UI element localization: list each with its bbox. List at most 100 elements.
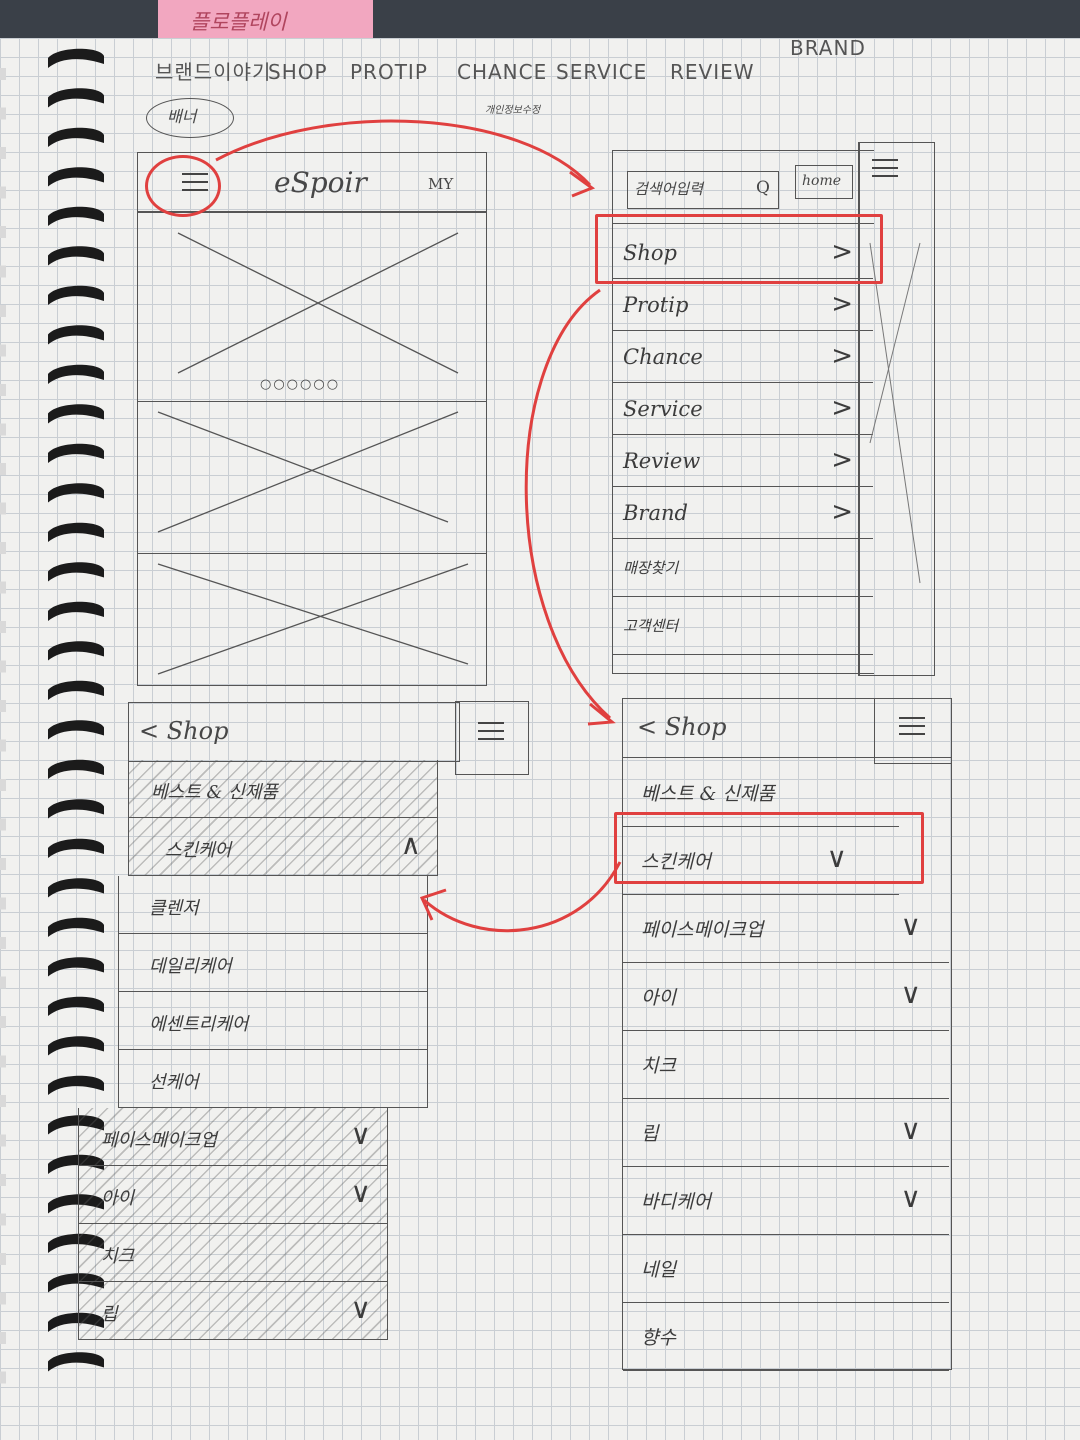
shop-category-label: 아이 bbox=[101, 1188, 135, 1209]
chevron-down-icon[interactable]: ∨ bbox=[901, 1181, 922, 1214]
side-menu-item[interactable]: Chance > bbox=[613, 331, 873, 383]
sticky-note: 플로플레이 bbox=[158, 0, 373, 42]
sticky-note-text: 플로플레이 bbox=[190, 10, 287, 34]
nav-item-review[interactable]: REVIEW bbox=[670, 62, 755, 82]
side-menu-item[interactable]: Protip > bbox=[613, 279, 873, 331]
banner-label: 배너 bbox=[167, 107, 197, 126]
search-placeholder: 검색어입력 bbox=[634, 180, 704, 198]
shop-category-label: 치크 bbox=[641, 1055, 676, 1077]
back-to-shop-title[interactable]: < Shop bbox=[139, 719, 228, 743]
shop-expanded-header: < Shop bbox=[128, 701, 529, 775]
chevron-right-icon: > bbox=[831, 497, 853, 527]
chevron-down-icon[interactable]: ∨ bbox=[351, 1118, 372, 1151]
skincare-highlight-box bbox=[614, 812, 924, 884]
shop-category-label: 베스트 & 신제품 bbox=[641, 783, 775, 805]
side-menu-item[interactable]: Service > bbox=[613, 383, 873, 435]
banner-circle: 배너 bbox=[146, 98, 234, 138]
content-image-placeholder-2 bbox=[138, 553, 486, 684]
nav-item-protip[interactable]: PROTIP bbox=[350, 62, 428, 82]
nav-item-brand[interactable]: BRAND bbox=[790, 38, 866, 58]
shop-category-label: 치크 bbox=[101, 1246, 135, 1267]
shop-category-label: 네일 bbox=[641, 1259, 676, 1281]
nav-item-shop[interactable]: SHOP bbox=[268, 62, 328, 82]
shop-category-item[interactable]: 네일 bbox=[623, 1235, 949, 1303]
chevron-right-icon: > bbox=[831, 445, 853, 475]
side-menu-item[interactable]: Brand > bbox=[613, 487, 873, 539]
chevron-down-icon[interactable]: ∨ bbox=[901, 1113, 922, 1146]
chevron-right-icon: > bbox=[831, 289, 853, 319]
shop-category-label: 바디케어 bbox=[641, 1191, 711, 1213]
shop-category-item[interactable]: 베스트 & 신제품 bbox=[128, 760, 438, 818]
skincare-subcategory-item[interactable]: 에센트리케어 bbox=[118, 992, 428, 1050]
search-input[interactable]: 검색어입력 Q bbox=[627, 171, 779, 209]
side-menu-item-label: Service bbox=[623, 397, 703, 421]
shop-category-item[interactable]: 립 ∨ bbox=[78, 1282, 388, 1340]
menu-toggle[interactable] bbox=[455, 701, 529, 775]
side-menu-item-label: Protip bbox=[623, 293, 689, 317]
chevron-down-icon[interactable]: ∨ bbox=[351, 1176, 372, 1209]
shop-category-label: 선케어 bbox=[149, 1072, 199, 1093]
shop-category-item[interactable]: 향수 bbox=[623, 1303, 949, 1371]
shop-category-item[interactable]: 바디케어 ∨ bbox=[623, 1167, 949, 1235]
shop-category-label: 클렌저 bbox=[149, 898, 199, 919]
banner-image-placeholder bbox=[138, 223, 486, 383]
side-menu-item[interactable]: Review > bbox=[613, 435, 873, 487]
shop-category-item[interactable]: 치크 bbox=[623, 1031, 949, 1099]
side-menu-item-label: 매장찾기 bbox=[623, 559, 679, 577]
carousel-dots[interactable]: ○○○○○○ bbox=[260, 378, 340, 391]
skincare-subcategory-item[interactable]: 선케어 bbox=[118, 1050, 428, 1108]
shop-submenu-wireframe: < Shop 베스트 & 신제품 스킨케어 ∨ 페이스메이크업 ∨ 아이 ∨ 치크 립 ∨ 바디케어… bbox=[622, 698, 952, 1371]
nav-item-chance[interactable]: CHANCE bbox=[457, 62, 547, 82]
shop-category-label: 페이스메이크업 bbox=[101, 1130, 217, 1151]
skincare-subcategory-item[interactable]: 클렌저 bbox=[118, 876, 428, 934]
shop-highlight-box bbox=[595, 214, 883, 284]
home-screen-wireframe: eSpoir MY ○○○○○○ bbox=[137, 152, 487, 686]
shop-category-item[interactable]: 페이스메이크업 ∨ bbox=[623, 895, 949, 963]
shop-category-label: 립 bbox=[101, 1304, 118, 1325]
shop-expanded-wireframe: < Shop 베스트 & 신제품스킨케어 ∧ 클렌저데일리케어에센트리케어선케어페이… bbox=[78, 701, 529, 1370]
hamburger-highlight-circle bbox=[145, 155, 221, 217]
shop-category-label: 데일리케어 bbox=[149, 956, 232, 977]
shop-category-label: 에센트리케어 bbox=[149, 1014, 249, 1035]
shop-category-item[interactable]: 아이 ∨ bbox=[623, 963, 949, 1031]
side-menu-extra-item[interactable]: 고객센터 bbox=[613, 597, 873, 655]
shop-category-item[interactable]: 치크 bbox=[78, 1224, 388, 1282]
search-icon[interactable]: Q bbox=[756, 180, 770, 197]
chevron-up-icon[interactable]: ∧ bbox=[401, 828, 422, 861]
back-to-shop-title[interactable]: < Shop bbox=[637, 715, 726, 739]
nav-item-service[interactable]: SERVICE bbox=[556, 62, 647, 82]
skincare-subcategory-item[interactable]: 데일리케어 bbox=[118, 934, 428, 992]
chevron-right-icon: > bbox=[831, 341, 853, 371]
shop-category-label: 향수 bbox=[641, 1327, 676, 1349]
side-menu-item-label: Chance bbox=[623, 345, 703, 369]
chevron-down-icon[interactable]: ∨ bbox=[901, 977, 922, 1010]
shop-header: < Shop bbox=[623, 699, 951, 764]
side-menu-item-label: Review bbox=[623, 449, 701, 473]
home-button[interactable]: home bbox=[795, 165, 853, 199]
content-image-placeholder-1 bbox=[138, 401, 486, 552]
menu-toggle[interactable] bbox=[874, 699, 951, 764]
nav-item-brand-story[interactable]: 브랜드이야기 bbox=[155, 62, 271, 82]
shop-category-label: 스킨케어 bbox=[165, 840, 232, 861]
image-placeholder-cross-icon bbox=[177, 232, 459, 374]
hamburger-menu-icon[interactable] bbox=[899, 711, 925, 741]
shop-category-item[interactable]: 아이 ∨ bbox=[78, 1166, 388, 1224]
chevron-down-icon[interactable]: ∨ bbox=[901, 909, 922, 942]
chevron-down-icon[interactable]: ∨ bbox=[351, 1292, 372, 1325]
side-menu-item-label: Brand bbox=[623, 501, 688, 525]
shop-category-item[interactable]: 페이스메이크업 ∨ bbox=[78, 1108, 388, 1166]
home-button-label: home bbox=[802, 173, 842, 189]
side-menu-item-label: 고객센터 bbox=[623, 617, 679, 635]
shop-category-label: 아이 bbox=[641, 987, 676, 1009]
image-placeholder-cross-icon bbox=[157, 411, 459, 533]
hamburger-menu-icon[interactable] bbox=[478, 716, 504, 746]
my-page-link[interactable]: MY bbox=[428, 177, 453, 192]
shop-category-item[interactable]: 립 ∨ bbox=[623, 1099, 949, 1167]
shop-category-item[interactable]: 스킨케어 ∧ bbox=[128, 818, 438, 876]
brand-logo[interactable]: eSpoir bbox=[274, 169, 367, 197]
side-menu-extra-item[interactable]: 매장찾기 bbox=[613, 539, 873, 597]
account-edit-note: 개인정보수정 bbox=[485, 105, 541, 116]
shop-category-label: 베스트 & 신제품 bbox=[151, 782, 278, 803]
chevron-right-icon: > bbox=[831, 393, 853, 423]
image-placeholder-cross-icon bbox=[157, 563, 469, 675]
